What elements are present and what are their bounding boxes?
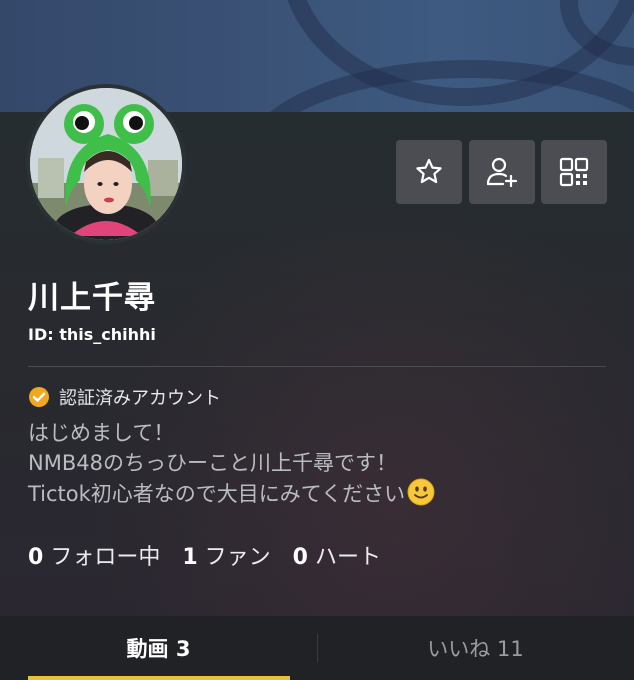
- profile-id: ID: this_chihhi: [28, 325, 156, 344]
- fans-label: ファン: [204, 545, 271, 570]
- verified-label: 認証済みアカウント: [59, 388, 221, 409]
- qr-code-button[interactable]: [541, 140, 607, 204]
- following-stat[interactable]: 0 フォロー中: [28, 539, 160, 571]
- add-friend-button[interactable]: [469, 140, 535, 204]
- verified-check-icon: [29, 387, 49, 407]
- bio-line: Tictok初心者なので大目にみてください: [28, 478, 435, 514]
- qr-code-icon: [559, 157, 589, 187]
- following-label: フォロー中: [50, 545, 161, 570]
- fans-count: 1: [182, 545, 198, 570]
- hearts-stat: 0 ハート: [293, 539, 381, 571]
- avatar-photo: [30, 88, 182, 240]
- profile-stats: 0 フォロー中 1 ファン 0 ハート: [28, 538, 403, 572]
- tab-videos[interactable]: 動画 3: [0, 616, 317, 680]
- favorite-button[interactable]: [396, 140, 462, 204]
- avatar[interactable]: [26, 84, 186, 244]
- profile-tabs: 動画 3 いいね 11: [0, 616, 634, 680]
- verified-badge-row: 認証済みアカウント: [28, 384, 221, 410]
- smile-emoji-icon: [407, 478, 435, 514]
- profile-name: 川上千尋: [28, 280, 156, 316]
- hearts-label: ハート: [314, 545, 381, 570]
- add-user-icon: [486, 157, 518, 188]
- following-count: 0: [28, 545, 44, 570]
- profile-bio: はじめまして！ NMB48のちっひーこと川上千尋です！ Tictok初心者なので…: [28, 418, 435, 514]
- bio-line: はじめまして！: [28, 421, 175, 445]
- star-icon: [416, 158, 442, 184]
- bio-line: NMB48のちっひーこと川上千尋です！: [28, 451, 397, 475]
- tab-likes[interactable]: いいね 11: [317, 616, 634, 680]
- active-tab-indicator: [28, 676, 290, 680]
- fans-stat[interactable]: 1 ファン: [182, 539, 270, 571]
- divider: [28, 366, 606, 367]
- hearts-count: 0: [292, 545, 308, 570]
